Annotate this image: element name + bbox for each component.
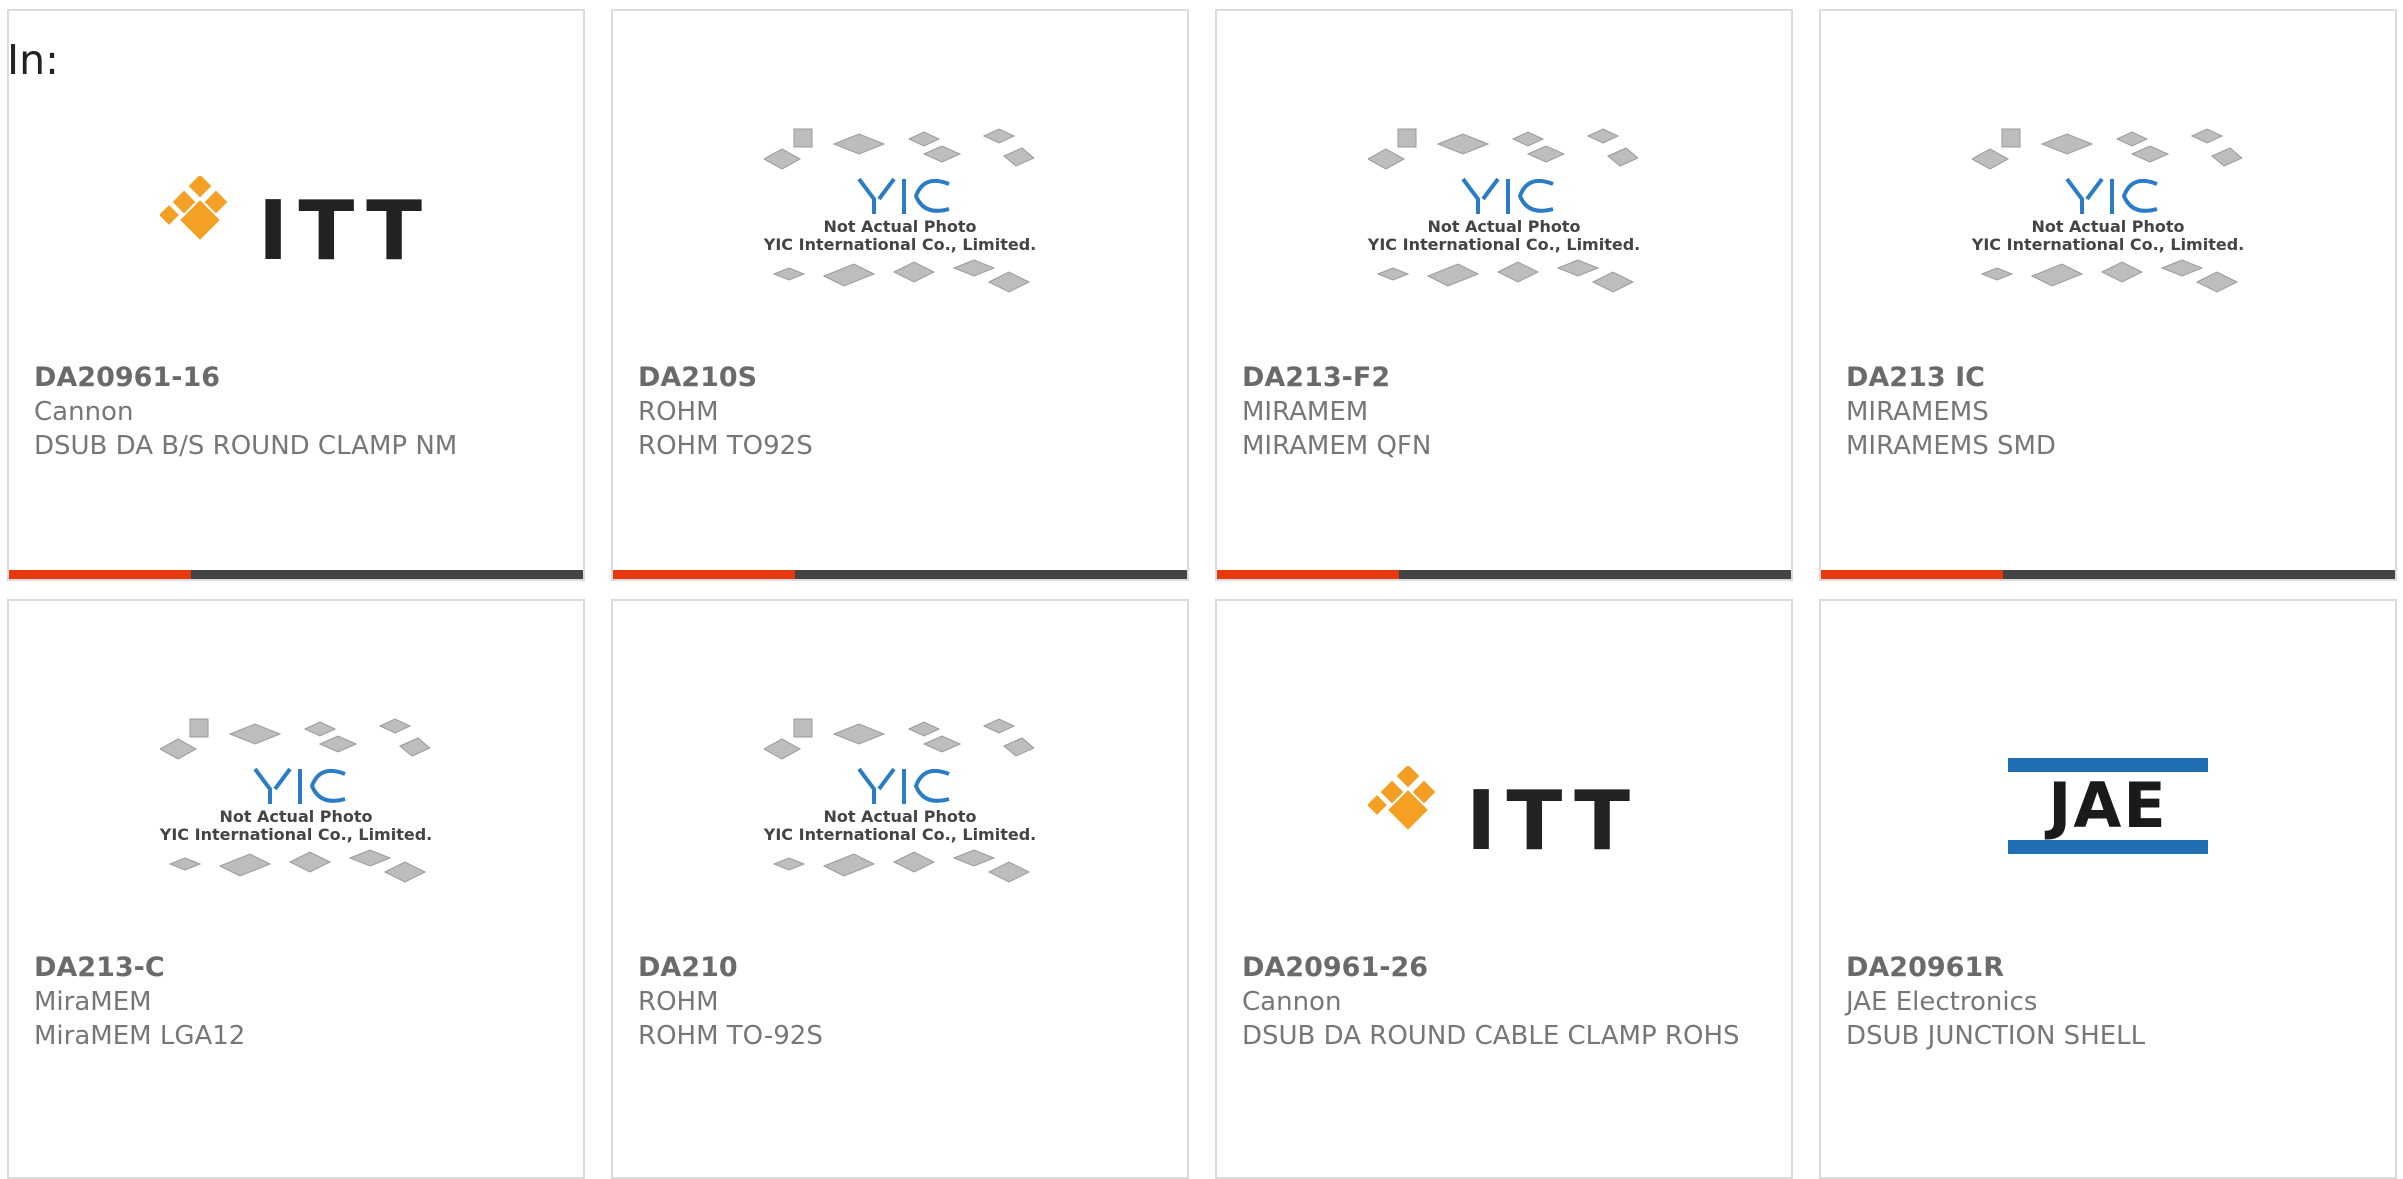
itt-logo: ITT	[1367, 744, 1641, 869]
manufacturer: JAE Electronics	[1846, 987, 2038, 1017]
jae-logo: JAE	[2008, 758, 2208, 854]
part-number[interactable]: DA20961-26	[1242, 951, 1771, 985]
product-image: Not Actual Photo YIC International Co., …	[1821, 81, 2395, 351]
description: MIRAMEMS SMD	[1846, 431, 2056, 461]
in-label: In:	[7, 36, 59, 84]
product-image: Not Actual Photo YIC International Co., …	[613, 671, 1187, 941]
yic-caption-line2: YIC International Co., Limited.	[763, 235, 1037, 254]
manufacturer: ROHM	[638, 397, 719, 427]
yic-caption-line1: Not Actual Photo	[823, 217, 977, 236]
card-bar	[613, 570, 1187, 579]
chip-packages-icon	[1376, 259, 1634, 293]
chip-packages-icon	[1366, 128, 1639, 214]
product-card[interactable]: ITT DA20961-16 Cannon DSUB DA B/S ROUND …	[7, 9, 585, 581]
description: MiraMEM LGA12	[34, 1021, 246, 1051]
description: DSUB DA B/S ROUND CLAMP NM	[34, 431, 458, 461]
part-number[interactable]: DA210	[638, 951, 1167, 985]
card-bar-accent	[1821, 570, 2003, 579]
part-number[interactable]: DA213-F2	[1242, 361, 1771, 395]
yic-caption-line2: YIC International Co., Limited.	[1367, 235, 1641, 254]
yic-caption-line2: YIC International Co., Limited.	[159, 825, 433, 844]
card-bar-accent	[1217, 570, 1399, 579]
manufacturer: Cannon	[1242, 987, 1342, 1017]
part-number[interactable]: DA20961-16	[34, 361, 563, 395]
chip-packages-icon	[772, 849, 1030, 883]
card-bar-accent	[9, 570, 191, 579]
yic-placeholder: Not Actual Photo YIC International Co., …	[762, 124, 1037, 308]
itt-logo-text: ITT	[257, 183, 433, 279]
itt-logo: ITT	[159, 154, 433, 279]
card-bar	[9, 570, 583, 579]
chip-packages-icon	[762, 718, 1035, 804]
product-card[interactable]: Not Actual Photo YIC International Co., …	[7, 599, 585, 1179]
chip-packages-icon	[772, 259, 1030, 293]
jae-stripe-bottom	[2008, 840, 2208, 854]
itt-diamond-icon	[159, 176, 228, 240]
description: DSUB JUNCTION SHELL	[1846, 1021, 2146, 1051]
yic-caption-line1: Not Actual Photo	[1427, 217, 1581, 236]
product-card[interactable]: Not Actual Photo YIC International Co., …	[611, 599, 1189, 1179]
card-bar	[1821, 570, 2395, 579]
product-image: ITT	[9, 81, 583, 351]
part-number[interactable]: DA213 IC	[1846, 361, 2375, 395]
chip-packages-icon	[168, 849, 426, 883]
product-card[interactable]: Not Actual Photo YIC International Co., …	[1819, 9, 2397, 581]
description: ROHM TO92S	[638, 431, 813, 461]
part-number[interactable]: DA20961R	[1846, 951, 2375, 985]
itt-logo-text: ITT	[1465, 773, 1641, 869]
product-card[interactable]: Not Actual Photo YIC International Co., …	[1215, 9, 1793, 581]
yic-placeholder: Not Actual Photo YIC International Co., …	[1366, 124, 1641, 308]
manufacturer: MiraMEM	[34, 987, 152, 1017]
manufacturer: Cannon	[34, 397, 134, 427]
manufacturer: ROHM	[638, 987, 719, 1017]
product-image: ITT	[1217, 671, 1791, 941]
product-image: JAE	[1821, 671, 2395, 941]
yic-caption-line1: Not Actual Photo	[219, 807, 373, 826]
yic-placeholder: Not Actual Photo YIC International Co., …	[1970, 124, 2245, 308]
part-number[interactable]: DA213-C	[34, 951, 563, 985]
chip-packages-icon	[1970, 128, 2243, 214]
description: DSUB DA ROUND CABLE CLAMP ROHS	[1242, 1021, 1740, 1051]
description: MIRAMEM QFN	[1242, 431, 1432, 461]
yic-placeholder: Not Actual Photo YIC International Co., …	[158, 714, 433, 898]
chip-packages-icon	[762, 128, 1035, 214]
product-grid: ITT DA20961-16 Cannon DSUB DA B/S ROUND …	[0, 0, 2403, 1179]
yic-caption-line1: Not Actual Photo	[823, 807, 977, 826]
chip-packages-icon	[1980, 259, 2238, 293]
product-card[interactable]: ITT DA20961-26 Cannon DSUB DA ROUND CABL…	[1215, 599, 1793, 1179]
product-image: Not Actual Photo YIC International Co., …	[9, 671, 583, 941]
yic-caption-line2: YIC International Co., Limited.	[763, 825, 1037, 844]
yic-caption-line2: YIC International Co., Limited.	[1971, 235, 2245, 254]
product-card[interactable]: JAE DA20961R JAE Electronics DSUB JUNCTI…	[1819, 599, 2397, 1179]
product-image: Not Actual Photo YIC International Co., …	[613, 81, 1187, 351]
manufacturer: MIRAMEM	[1242, 397, 1369, 427]
manufacturer: MIRAMEMS	[1846, 397, 1989, 427]
card-bar-accent	[613, 570, 795, 579]
yic-placeholder: Not Actual Photo YIC International Co., …	[762, 714, 1037, 898]
part-number[interactable]: DA210S	[638, 361, 1167, 395]
chip-packages-icon	[158, 718, 431, 804]
itt-diamond-icon	[1367, 766, 1436, 830]
product-card[interactable]: Not Actual Photo YIC International Co., …	[611, 9, 1189, 581]
description: ROHM TO-92S	[638, 1021, 823, 1051]
card-bar	[1217, 570, 1791, 579]
yic-caption-line1: Not Actual Photo	[2031, 217, 2185, 236]
product-image: Not Actual Photo YIC International Co., …	[1217, 81, 1791, 351]
jae-logo-text: JAE	[2048, 769, 2168, 842]
